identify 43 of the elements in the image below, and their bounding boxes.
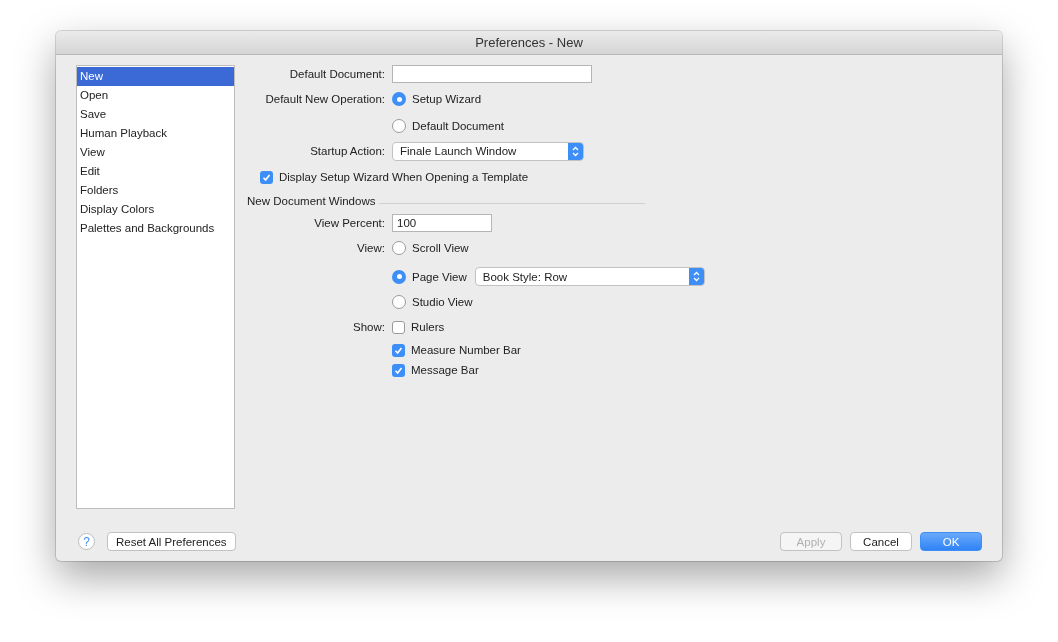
option-label: Studio View [412, 295, 473, 308]
radio-button[interactable] [392, 92, 406, 106]
field-label: View Percent: [313, 217, 385, 229]
field-label: Show: [352, 321, 385, 333]
option-label: Scroll View [412, 242, 469, 254]
field-label: Startup Action: [309, 145, 385, 157]
window-title: Preferences - New [475, 35, 583, 50]
checkbox[interactable] [392, 343, 405, 357]
option-label: Setup Wizard [412, 93, 482, 105]
checkbox[interactable] [392, 320, 405, 334]
category-item[interactable]: View [77, 143, 234, 162]
checkbox-label: Message Bar [411, 364, 479, 376]
category-item[interactable]: Save [77, 105, 234, 124]
category-item[interactable]: New [77, 67, 234, 86]
radio-button[interactable] [392, 294, 406, 309]
chevron-icon [572, 145, 579, 157]
checkbox-label: Rulers [411, 321, 445, 333]
category-item[interactable]: Human Playback [77, 124, 234, 143]
category-item[interactable]: Edit [77, 162, 234, 181]
category-item[interactable]: Palettes and Backgrounds [77, 219, 234, 238]
chevron-icon [692, 271, 700, 282]
option-label: Page View [412, 270, 467, 283]
startup-action-dropdown[interactable]: Finale Launch Window [392, 141, 584, 161]
view-percent-field[interactable]: 100 [392, 214, 492, 232]
option-label: Default Document [412, 119, 505, 132]
checkbox[interactable] [260, 170, 273, 184]
radio-button[interactable] [392, 269, 406, 284]
field-label: Default New Operation: [264, 93, 385, 105]
default-document-field[interactable] [392, 65, 592, 83]
reset-button[interactable]: Reset All Preferences [107, 532, 236, 551]
category-item[interactable]: Folders [77, 181, 234, 200]
dialog-button[interactable]: Cancel [850, 532, 912, 551]
checkbox[interactable] [392, 363, 405, 377]
field-label: View: [356, 242, 385, 254]
category-item[interactable]: Open [77, 86, 234, 105]
page-view-dropdown[interactable]: Book Style: Row [474, 267, 705, 286]
checkbox-label: Measure Number Bar [411, 344, 521, 356]
section-title: New Document Windows [247, 195, 376, 207]
radio-button[interactable] [392, 241, 406, 255]
checkbox-label: Display Setup Wizard When Opening a Template [279, 171, 529, 183]
field-label: Default Document: [288, 68, 385, 80]
radio-button[interactable] [392, 118, 406, 133]
category-item[interactable]: Display Colors [77, 200, 234, 219]
